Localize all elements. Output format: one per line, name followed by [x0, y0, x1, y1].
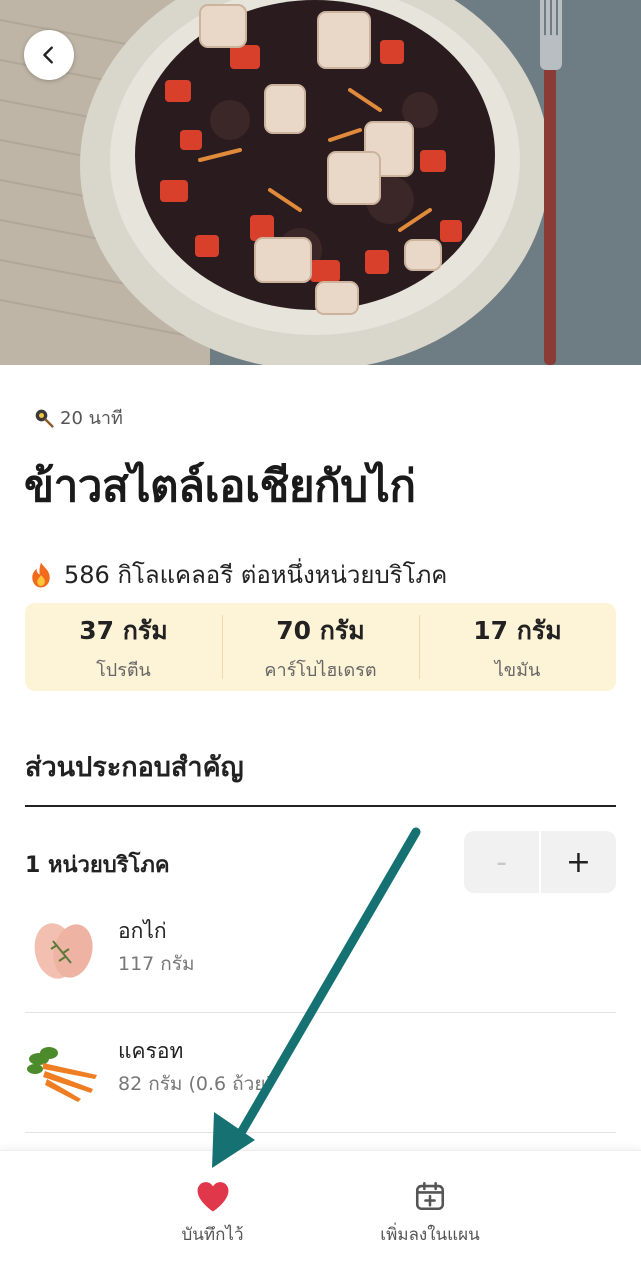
- back-button[interactable]: [24, 30, 74, 80]
- recipe-title: ข้าวสไตล์เอเชียกับไก่: [24, 461, 416, 512]
- macro-value: 37 กรัม: [79, 615, 168, 645]
- calorie-info: 586 กิโลแคลอรี ต่อหนึ่งหน่วยบริโภค: [26, 555, 447, 594]
- cook-time-text: 20 นาที: [60, 408, 123, 429]
- calorie-text: 586 กิโลแคลอรี ต่อหนึ่งหน่วยบริโภค: [64, 561, 448, 589]
- recipe-screen: 20 นาที ข้าวสไตล์เอเชียกับไก่ 586 กิโลแค…: [0, 0, 641, 1280]
- ingredient-name: อกไก่: [118, 919, 167, 943]
- ingredient-item[interactable]: อกไก่ 117 กรัม: [25, 893, 616, 1013]
- add-to-plan-label: เพิ่มลงในแผน: [380, 1225, 480, 1245]
- chevron-left-icon: [43, 46, 53, 64]
- hero-food-photo: [0, 0, 641, 365]
- increase-servings-button[interactable]: +: [541, 831, 616, 893]
- macro-protein: 37 กรัม โปรตีน: [25, 603, 222, 691]
- ingredient-divider: [25, 1132, 616, 1133]
- macro-carbs: 70 กรัม คาร์โบไฮเดรต: [222, 603, 419, 691]
- fire-icon: [32, 562, 50, 587]
- bottom-action-bar: บันทึกไว้ เพิ่มลงในแผน: [0, 1150, 641, 1280]
- ingredient-name: แครอท: [118, 1039, 184, 1063]
- macro-label: ไขมัน: [494, 659, 541, 681]
- save-label: บันทึกไว้: [181, 1225, 244, 1245]
- macro-label: โปรตีน: [96, 659, 151, 681]
- pan-icon: [35, 409, 54, 428]
- ingredient-item[interactable]: แครอท 82 กรัม (0.6 ถ้วย): [25, 1013, 616, 1133]
- cook-time: 20 นาที: [34, 403, 123, 432]
- ingredients-heading: ส่วนประกอบสำคัญ: [25, 752, 244, 783]
- heart-icon: [197, 1182, 228, 1212]
- save-button[interactable]: บันทึกไว้: [145, 1179, 280, 1248]
- chicken-breast-image: [25, 911, 101, 987]
- decrease-servings-button[interactable]: -: [464, 831, 539, 893]
- macro-value: 17 กรัม: [473, 615, 562, 645]
- add-to-plan-button[interactable]: เพิ่มลงในแผน: [345, 1179, 515, 1248]
- carrot-image: [25, 1031, 101, 1107]
- macro-label: คาร์โบไฮเดรต: [264, 659, 377, 681]
- section-divider: [25, 805, 616, 807]
- ingredient-amount: 82 กรัม (0.6 ถ้วย): [118, 1073, 273, 1095]
- servings-label: 1 หน่วยบริโภค: [25, 853, 170, 878]
- macro-value: 70 กรัม: [276, 615, 365, 645]
- macros-panel: 37 กรัม โปรตีน 70 กรัม คาร์โบไฮเดรต 17 ก…: [25, 603, 616, 691]
- macro-fat: 17 กรัม ไขมัน: [419, 603, 616, 691]
- calendar-plus-icon: [415, 1181, 445, 1211]
- servings-stepper: - +: [464, 831, 616, 893]
- ingredient-amount: 117 กรัม: [118, 953, 195, 975]
